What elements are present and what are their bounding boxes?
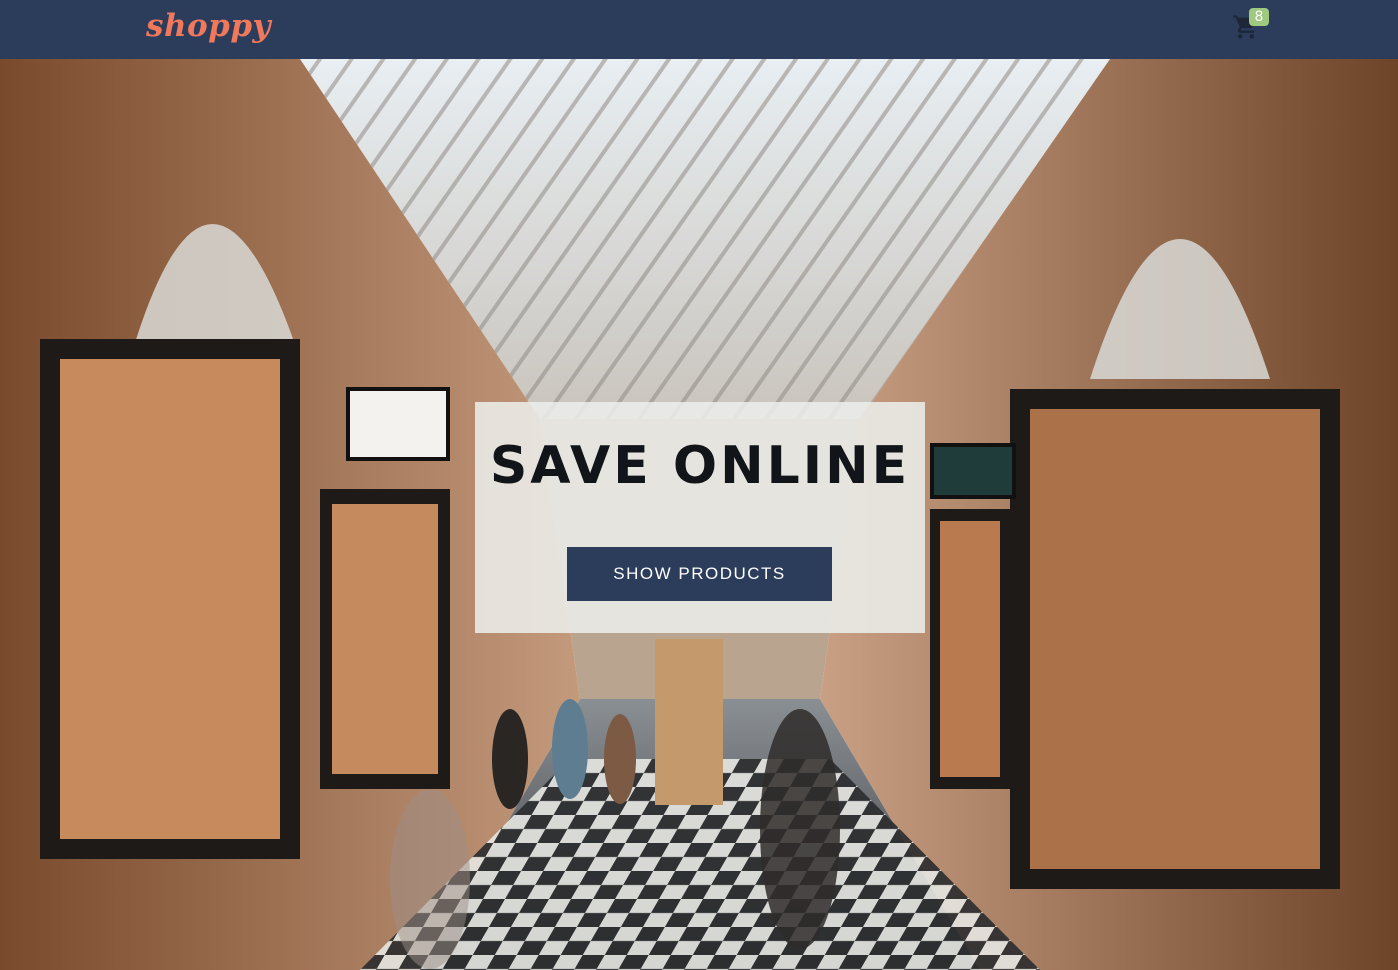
- hero-banner: SAVE ONLINE SHOW PRODUCTS: [0, 59, 1398, 970]
- show-products-button[interactable]: SHOW PRODUCTS: [567, 547, 832, 601]
- brand-logo[interactable]: shoppy: [146, 8, 271, 44]
- cart-button[interactable]: 8: [1232, 8, 1269, 45]
- cart-count-badge: 8: [1249, 8, 1269, 26]
- hero-overlay-box: SAVE ONLINE SHOW PRODUCTS: [475, 402, 925, 633]
- top-navbar: shoppy 8: [0, 0, 1398, 59]
- hero-title: SAVE ONLINE: [489, 436, 911, 496]
